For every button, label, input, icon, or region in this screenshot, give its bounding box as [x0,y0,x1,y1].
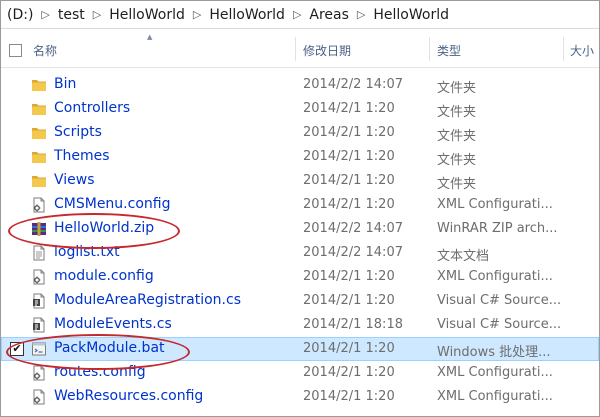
text-file-icon [31,245,47,261]
csharp-file-icon [31,293,47,309]
file-type: XML Configurati... [437,389,553,404]
column-divider[interactable] [429,37,430,61]
file-row[interactable]: loglist.txt 2014/2/2 14:07 文本文档 [1,241,599,265]
file-name[interactable]: PackModule.bat [54,340,165,356]
file-type: Windows 批处理... [437,345,551,360]
file-modified-date: 2014/2/1 1:20 [303,101,395,116]
batch-file-icon [31,341,47,357]
column-header-type[interactable]: 类型 [437,29,557,67]
chevron-right-icon[interactable]: ▷ [89,8,105,21]
column-divider[interactable] [563,37,564,61]
column-header-name[interactable]: 名称 [33,29,293,67]
file-modified-date: 2014/2/1 1:20 [303,197,395,212]
file-row[interactable]: WebResources.config 2014/2/1 1:20 XML Conf… [1,385,599,409]
file-type: XML Configurati... [437,269,553,284]
file-name[interactable]: HelloWorld.zip [54,220,154,236]
chevron-right-icon[interactable]: ▷ [289,8,305,21]
file-modified-date: 2014/2/1 1:20 [303,293,395,308]
chevron-right-icon[interactable]: ▷ [37,8,53,21]
file-name[interactable]: CMSMenu.config [54,196,170,212]
file-name[interactable]: Controllers [54,100,130,116]
row-checkbox[interactable]: ✔ [10,342,24,356]
folder-icon [31,149,47,165]
folder-icon [31,101,47,117]
file-row[interactable]: module.config 2014/2/1 1:20 XML Configurat… [1,265,599,289]
file-name[interactable]: ModuleAreaRegistration.cs [54,292,241,308]
config-file-icon [31,197,47,213]
file-name[interactable]: Themes [54,148,110,164]
file-modified-date: 2014/2/1 1:20 [303,125,395,140]
file-name[interactable]: routes.config [54,364,146,380]
breadcrumb-segment[interactable]: HelloWorld [369,7,453,23]
file-modified-date: 2014/2/1 1:20 [303,269,395,284]
file-type: WinRAR ZIP arch... [437,221,558,236]
file-modified-date: 2014/2/2 14:07 [303,245,403,260]
file-row[interactable]: routes.config 2014/2/1 1:20 XML Configurat… [1,361,599,385]
file-row[interactable]: ModuleEvents.cs 2014/2/1 18:18 Visual C# S… [1,313,599,337]
file-modified-date: 2014/2/2 14:07 [303,77,403,92]
file-row[interactable]: Views 2014/2/1 1:20 文件夹 [1,169,599,193]
breadcrumb: (D:) ▷ test ▷ HelloWorld ▷ HelloWorld ▷ … [1,1,599,29]
breadcrumb-segment[interactable]: test [54,7,89,23]
file-explorer-window: (D:) ▷ test ▷ HelloWorld ▷ HelloWorld ▷ … [0,0,600,417]
file-type: 文件夹 [437,177,477,192]
file-modified-date: 2014/2/1 1:20 [303,173,395,188]
file-type: XML Configurati... [437,365,553,380]
config-file-icon [31,365,47,381]
folder-icon [31,77,47,93]
breadcrumb-segment[interactable]: HelloWorld [205,7,289,23]
file-name[interactable]: Scripts [54,124,102,140]
select-all-checkbox[interactable] [9,44,22,57]
winrar-archive-icon [31,221,47,237]
file-name[interactable]: ModuleEvents.cs [54,316,172,332]
file-row[interactable]: CMSMenu.config 2014/2/1 1:20 XML Configura… [1,193,599,217]
config-file-icon [31,269,47,285]
file-row[interactable]: Scripts 2014/2/1 1:20 文件夹 [1,121,599,145]
file-name[interactable]: loglist.txt [54,244,120,260]
file-name[interactable]: Views [54,172,95,188]
file-type: 文本文档 [437,249,490,264]
file-type: 文件夹 [437,153,477,168]
file-modified-date: 2014/2/1 1:20 [303,149,395,164]
chevron-right-icon[interactable]: ▷ [189,8,205,21]
file-type: 文件夹 [437,105,477,120]
file-type: Visual C# Source... [437,293,562,308]
file-type: Visual C# Source... [437,317,562,332]
csharp-file-icon [31,317,47,333]
file-name[interactable]: Bin [54,76,76,92]
breadcrumb-segment[interactable]: Areas [305,7,353,23]
folder-icon [31,173,47,189]
file-modified-date: 2014/2/2 14:07 [303,221,403,236]
column-header: ▲ 名称 修改日期 类型 大小 [1,29,599,68]
chevron-right-icon[interactable]: ▷ [353,8,369,21]
file-modified-date: 2014/2/1 1:20 [303,389,395,404]
column-header-size[interactable]: 大小 [570,29,599,67]
file-type: 文件夹 [437,129,477,144]
file-row[interactable]: Themes 2014/2/1 1:20 文件夹 [1,145,599,169]
file-row[interactable]: Controllers 2014/2/1 1:20 文件夹 [1,97,599,121]
file-modified-date: 2014/2/1 1:20 [303,365,395,380]
column-header-date[interactable]: 修改日期 [303,29,423,67]
folder-icon [31,125,47,141]
breadcrumb-segment[interactable]: (D:) [1,7,37,23]
file-name[interactable]: module.config [54,268,154,284]
file-type: XML Configurati... [437,197,553,212]
file-list: Bin 2014/2/2 14:07 文件夹 Controllers 2014/2/1 … [1,73,599,409]
file-row[interactable]: Bin 2014/2/2 14:07 文件夹 [1,73,599,97]
breadcrumb-segment[interactable]: HelloWorld [105,7,189,23]
file-row[interactable]: ModuleAreaRegistration.cs 2014/2/1 1:20 Vi… [1,289,599,313]
file-row[interactable]: ✔ PackModule.bat 2014/2/1 1:20 Windows 批处理.… [1,337,599,361]
file-name[interactable]: WebResources.config [54,388,203,404]
config-file-icon [31,389,47,405]
file-modified-date: 2014/2/1 18:18 [303,317,403,332]
column-divider[interactable] [295,37,296,61]
file-type: 文件夹 [437,81,477,96]
file-modified-date: 2014/2/1 1:20 [303,341,395,356]
file-row[interactable]: HelloWorld.zip 2014/2/2 14:07 WinRAR ZIP a… [1,217,599,241]
